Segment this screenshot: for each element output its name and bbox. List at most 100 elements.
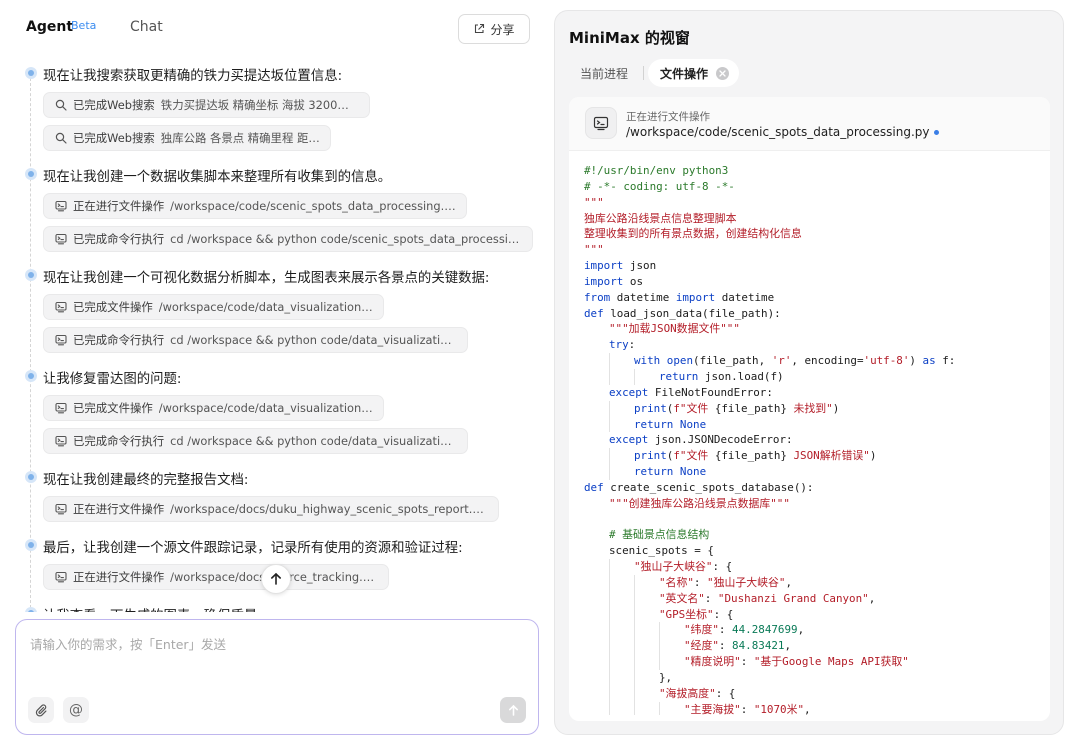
attach-button[interactable] <box>28 697 54 723</box>
indent-guide <box>634 670 659 686</box>
code-token: None <box>680 465 706 478</box>
code-token: FileNotFoundError: <box>648 386 773 399</box>
code-token: """ <box>584 196 604 209</box>
code-token: }, <box>659 671 672 684</box>
tab-file-operations[interactable]: 文件操作 <box>648 59 739 87</box>
mention-button[interactable]: @ <box>63 697 89 723</box>
code-token: : { <box>712 560 732 573</box>
code-line: return None <box>584 464 1044 480</box>
code-token: 'utf-8' <box>864 354 910 367</box>
code-token: "名称" <box>659 576 694 589</box>
code-token: "Dushanzi Grand Canyon" <box>718 592 869 605</box>
code-token: "主要海拔" <box>684 703 741 715</box>
code-line: """创建独库公路沿线景点数据库""" <box>584 496 1044 512</box>
indent-guide <box>659 638 684 654</box>
action-chip[interactable]: 已完成命令行执行cd /workspace && python code/dat… <box>43 327 468 353</box>
file-path-text: /workspace/code/scenic_spots_data_proces… <box>626 125 929 139</box>
code-token: print <box>634 449 667 462</box>
action-detail: cd /workspace && python code/data_visual… <box>170 333 458 347</box>
indent-guide <box>609 417 634 433</box>
paperclip-icon <box>34 703 48 717</box>
indent-guide <box>634 686 659 702</box>
terminal-icon <box>55 301 67 313</box>
terminal-icon <box>55 233 67 245</box>
code-line: # -*- coding: utf-8 -*- <box>584 179 1044 195</box>
code-token: import <box>584 275 623 288</box>
message-input[interactable] <box>30 634 520 684</box>
action-detail: /workspace/code/data_visualization.py <box>159 401 374 415</box>
scroll-up-button[interactable] <box>261 564 291 594</box>
indent-guide <box>584 432 609 448</box>
close-icon[interactable] <box>716 67 729 80</box>
indent-guide <box>609 464 634 480</box>
indent-guide <box>609 591 634 607</box>
code-token: : <box>741 655 754 668</box>
code-line: "英文名": "Dushanzi Grand Canyon", <box>584 591 1044 607</box>
code-line: return None <box>584 417 1044 433</box>
code-line: with open(file_path, 'r', encoding='utf-… <box>584 353 1044 369</box>
code-token: f: <box>936 354 956 367</box>
code-line: """加载JSON数据文件""" <box>584 321 1044 337</box>
action-chip[interactable]: 已完成命令行执行cd /workspace && python code/sce… <box>43 226 533 252</box>
action-detail: cd /workspace && python code/scenic_spot… <box>170 232 523 246</box>
step-message: 现在让我创建最终的完整报告文档: <box>43 468 248 488</box>
action-detail: 独库公路 各景点 精确里程 距离表 <box>161 130 321 146</box>
indent-guide <box>584 559 609 575</box>
step-status-icon <box>25 471 37 483</box>
action-chip[interactable]: 正在进行文件操作/workspace/code/scenic_spots_dat… <box>43 193 467 219</box>
indent-guide <box>659 654 684 670</box>
indent-guide <box>584 401 609 417</box>
code-token: "独山子大峡谷" <box>634 560 712 573</box>
indent-guide <box>659 622 684 638</box>
code-view[interactable]: #!/usr/bin/env python3# -*- coding: utf-… <box>584 163 1044 715</box>
search-icon <box>55 132 67 144</box>
arrow-up-icon <box>269 572 283 586</box>
tab-current-progress[interactable]: 当前进程 <box>569 65 639 82</box>
step-message: 让我修复雷达图的问题: <box>43 367 181 387</box>
send-button[interactable] <box>500 697 526 723</box>
indent-guide <box>609 654 634 670</box>
code-line: def create_scenic_spots_database(): <box>584 480 1044 496</box>
code-token: "GPS坐标" <box>659 608 714 621</box>
indent-guide <box>584 686 609 702</box>
indent-guide <box>609 607 634 623</box>
action-chip[interactable]: 已完成命令行执行cd /workspace && python code/dat… <box>43 428 468 454</box>
indent-guide <box>609 670 634 686</box>
indent-guide <box>584 575 609 591</box>
action-chip[interactable]: 已完成Web搜索铁力买提达坂 精确坐标 海拔 3200米 位置 <box>43 92 370 118</box>
action-chip[interactable]: 正在进行文件操作/workspace/docs/source_tracking.… <box>43 564 389 590</box>
code-token: {file_path} <box>715 449 787 462</box>
indent-guide <box>634 622 659 638</box>
action-status: 已完成文件操作 <box>73 299 153 315</box>
code-token: "1070米" <box>754 703 804 715</box>
step-status-icon <box>25 269 37 281</box>
indent-guide <box>634 702 659 715</box>
action-chip[interactable]: 正在进行文件操作/workspace/docs/duku_highway_sce… <box>43 496 499 522</box>
action-detail: 铁力买提达坂 精确坐标 海拔 3200米 位置 <box>161 97 360 113</box>
tab-divider <box>643 66 644 80</box>
indent-guide <box>584 321 609 337</box>
action-detail: /workspace/code/data_visualization.py <box>159 300 374 314</box>
indent-guide <box>634 369 659 385</box>
step-message: 让我查看一下生成的图表，确保质量: <box>43 604 262 612</box>
code-token: 'r' <box>772 354 792 367</box>
code-token: : <box>719 623 732 636</box>
action-chip[interactable]: 已完成文件操作/workspace/code/data_visualizatio… <box>43 294 384 320</box>
action-status: 已完成Web搜索 <box>73 130 155 146</box>
step-status-icon <box>25 607 37 612</box>
action-chip[interactable]: 已完成Web搜索独库公路 各景点 精确里程 距离表 <box>43 125 331 151</box>
indent-guide <box>584 496 609 512</box>
indent-guide <box>584 654 609 670</box>
code-line: """ <box>584 242 1044 258</box>
code-line: print(f"文件 {file_path} JSON解析错误") <box>584 448 1044 464</box>
action-chip[interactable]: 已完成文件操作/workspace/code/data_visualizatio… <box>43 395 384 421</box>
terminal-icon <box>585 107 617 139</box>
indent-guide <box>609 353 634 369</box>
code-line <box>584 512 1044 528</box>
code-token: : <box>741 703 754 715</box>
code-token: 整理收集到的所有景点数据，创建结构化信息 <box>584 227 802 240</box>
code-token: : <box>629 338 636 351</box>
indent-guide <box>584 527 609 543</box>
indent-guide <box>584 543 609 559</box>
code-token: 未找到" <box>787 402 833 415</box>
